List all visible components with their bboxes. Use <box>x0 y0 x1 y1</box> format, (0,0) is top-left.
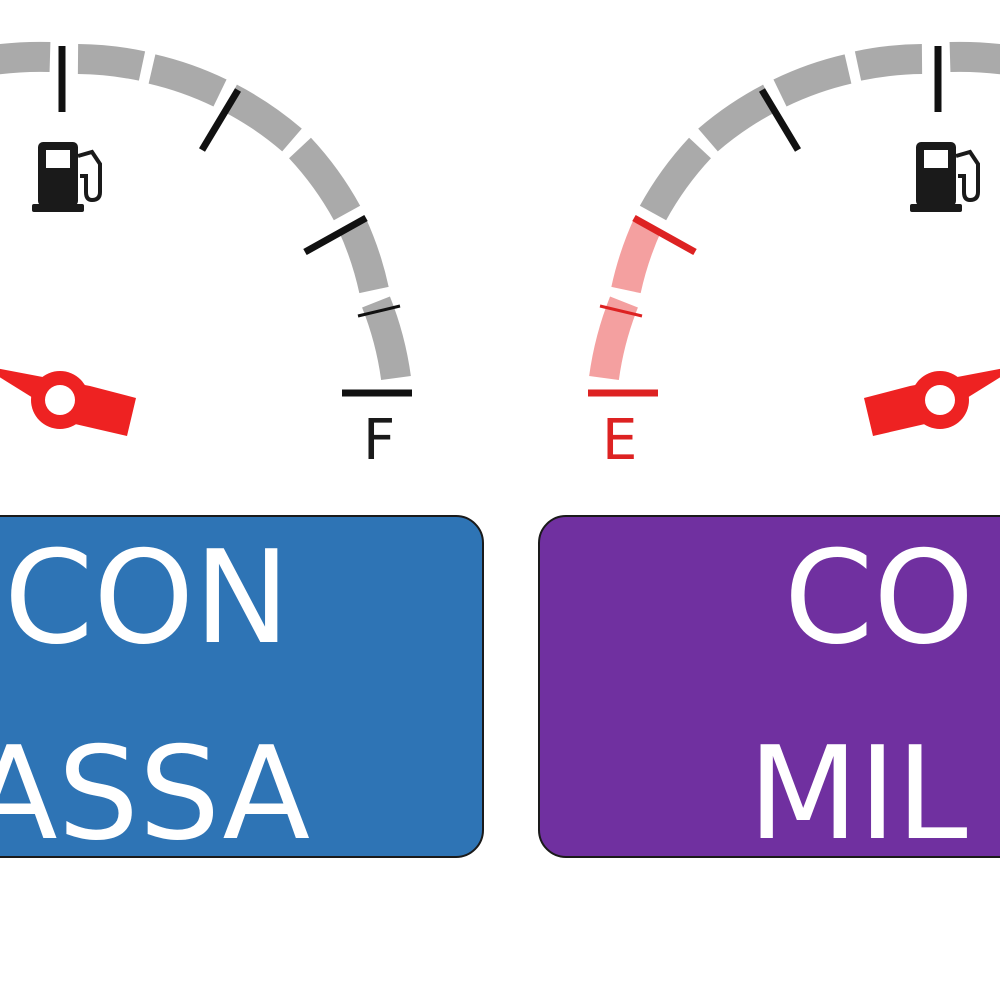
gauge-band-segment <box>0 41 51 75</box>
fuel-pump-icon <box>32 142 102 212</box>
gauge-band-segment <box>222 84 302 152</box>
gauge-band-segment <box>589 296 639 381</box>
comparison-graphic: F E CON ASSA CO MIL <box>0 0 1000 1000</box>
fuel-gauge-full: F <box>0 41 412 473</box>
fuel-pump-icon <box>910 142 980 212</box>
gauge-band-segment <box>288 137 361 221</box>
label-right-line1: CO <box>784 524 975 673</box>
gauge-band-segment <box>773 54 852 107</box>
gauge-needle <box>0 368 136 436</box>
fuel-gauge-empty: E <box>588 41 1000 473</box>
label-box-right: CO MIL <box>538 515 1000 858</box>
gauge-band-segment <box>77 44 146 81</box>
label-right-line2: MIL <box>748 720 968 858</box>
gauge-band-segment <box>639 137 712 221</box>
gauge-band-segment <box>361 296 411 381</box>
fuel-gauges: F E <box>0 41 1000 473</box>
gauge-band-segment <box>338 217 389 294</box>
gauge-needle <box>864 368 1000 436</box>
label-left-line1: CON <box>4 524 290 673</box>
label-left-line2: ASSA <box>0 720 310 858</box>
gauge-full-letter: F <box>363 408 395 473</box>
label-box-left: CON ASSA <box>0 515 484 858</box>
gauge-band-segment <box>698 84 778 152</box>
gauge-band-segment <box>611 217 662 294</box>
gauge-band-segment <box>148 54 227 107</box>
gauge-band-segment <box>949 41 1000 75</box>
gauge-empty-letter: E <box>602 408 637 473</box>
gauge-band-segment <box>854 44 923 81</box>
